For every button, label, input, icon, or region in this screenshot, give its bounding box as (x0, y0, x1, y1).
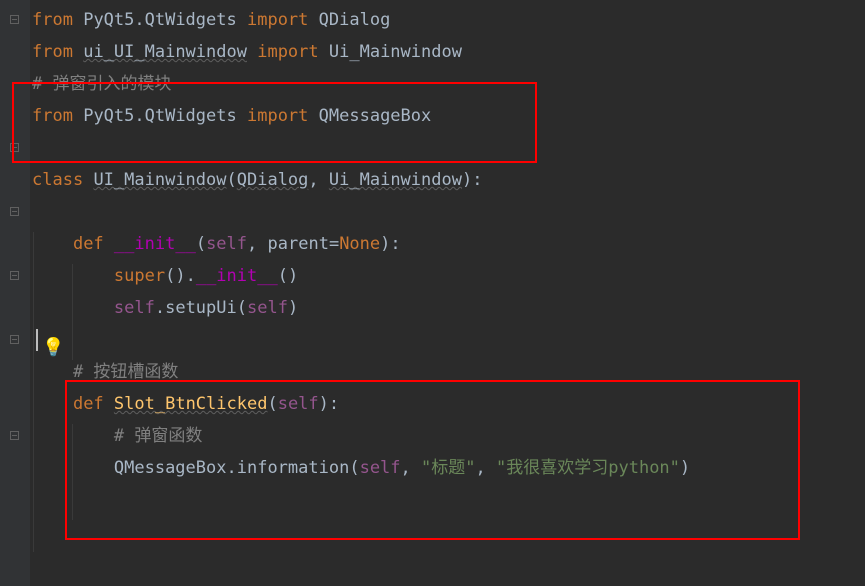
method-call: __init__ (196, 266, 278, 286)
class-name: UI_Mainwindow (93, 170, 226, 190)
gutter[interactable] (0, 0, 30, 586)
code-line: from PyQt5.QtWidgets import QDialog (32, 4, 865, 36)
keyword-from: from (32, 10, 73, 30)
code-line: super().__init__() (32, 260, 865, 292)
code-line: QMessageBox.information(self, "标题", "我很喜… (32, 452, 865, 484)
keyword-def: def (73, 394, 104, 414)
keyword-from: from (32, 42, 73, 62)
import-name: QMessageBox (319, 106, 432, 126)
comment: # 弹窗函数 (114, 426, 202, 446)
builtin-super: super (114, 266, 165, 286)
indent-guide (72, 424, 73, 520)
string-literal: "标题" (421, 458, 475, 478)
code-line (32, 132, 865, 164)
code-line: from ui_UI_Mainwindow import Ui_Mainwind… (32, 36, 865, 68)
code-line: self.setupUi(self) (32, 292, 865, 324)
code-line (32, 484, 865, 516)
code-line (32, 324, 865, 356)
import-name: Ui_Mainwindow (329, 42, 462, 62)
indent-guide (72, 264, 73, 360)
keyword-none: None (339, 234, 380, 254)
self-ref: self (114, 298, 155, 318)
code-line: def __init__(self, parent=None): (32, 228, 865, 260)
base-class: QDialog (237, 170, 309, 190)
module-name: PyQt5.QtWidgets (83, 106, 237, 126)
self-arg: self (247, 298, 288, 318)
code-editor[interactable]: from PyQt5.QtWidgets import QDialog from… (30, 4, 865, 516)
method-call: setupUi (165, 298, 237, 318)
indent-guide (33, 232, 34, 552)
keyword-class: class (32, 170, 83, 190)
code-line: def Slot_BtnClicked(self): (32, 388, 865, 420)
code-line: # 按钮槽函数 (32, 356, 865, 388)
code-line: from PyQt5.QtWidgets import QMessageBox (32, 100, 865, 132)
module-name: ui_UI_Mainwindow (83, 42, 247, 62)
fold-marker[interactable] (10, 335, 19, 344)
keyword-from: from (32, 106, 73, 126)
function-name: __init__ (114, 234, 196, 254)
keyword-import: import (247, 106, 308, 126)
param: parent (268, 234, 329, 254)
fold-marker[interactable] (10, 431, 19, 440)
self-param: self (206, 234, 247, 254)
comment: # 按钮槽函数 (73, 362, 178, 382)
fold-marker[interactable] (10, 207, 19, 216)
comment: # 弹窗引入的模块 (32, 74, 171, 94)
self-arg: self (360, 458, 401, 478)
keyword-def: def (73, 234, 104, 254)
keyword-import: import (247, 10, 308, 30)
code-line: # 弹窗函数 (32, 420, 865, 452)
class-ref: QMessageBox (114, 458, 227, 478)
keyword-import: import (257, 42, 318, 62)
import-name: QDialog (319, 10, 391, 30)
code-line: # 弹窗引入的模块 (32, 68, 865, 100)
string-literal: "我很喜欢学习python" (496, 458, 680, 478)
self-param: self (278, 394, 319, 414)
fold-marker[interactable] (10, 15, 19, 24)
code-line: class UI_Mainwindow(QDialog, Ui_Mainwind… (32, 164, 865, 196)
fold-marker[interactable] (10, 271, 19, 280)
base-class: Ui_Mainwindow (329, 170, 462, 190)
method-call: information (237, 458, 350, 478)
function-name: Slot_BtnClicked (114, 394, 268, 414)
code-line (32, 196, 865, 228)
module-name: PyQt5.QtWidgets (83, 10, 237, 30)
fold-marker[interactable] (10, 143, 19, 152)
text-caret (36, 329, 38, 351)
